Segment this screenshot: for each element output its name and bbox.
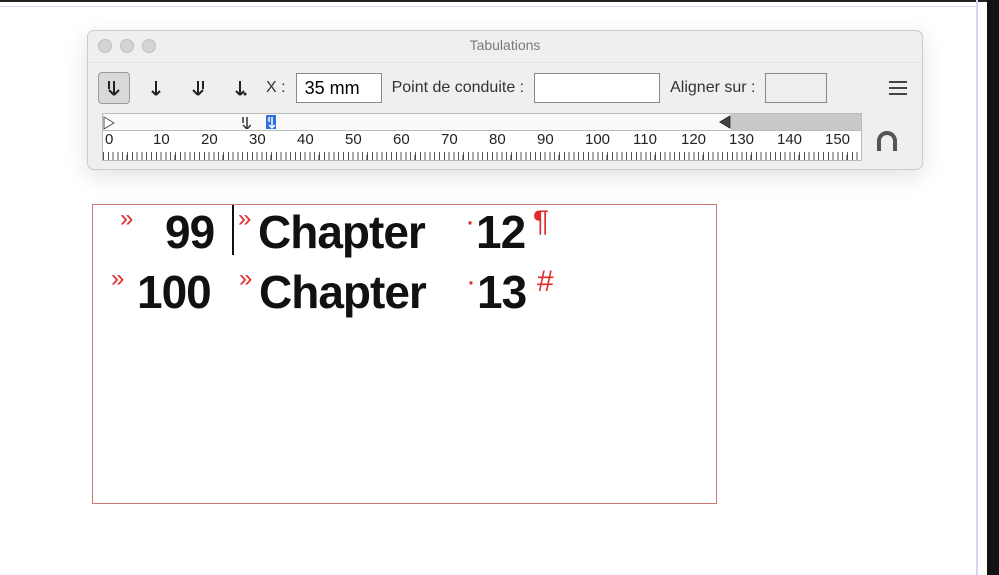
tab-center-icon (149, 79, 163, 97)
menu-icon (889, 81, 907, 83)
hidden-tab-glyph: » (120, 205, 132, 233)
snap-to-frame-button[interactable] (870, 127, 904, 157)
ruler-num: 130 (729, 131, 777, 153)
tab-stop-marker-selected[interactable] (266, 115, 276, 129)
ruler-num: 150 (825, 131, 862, 153)
tab-align-center-button[interactable] (140, 72, 172, 104)
chapter-number: 12 (476, 205, 525, 259)
ruler-numbers: 0 10 20 30 40 50 60 70 80 90 100 110 120… (105, 131, 861, 153)
tabs-toolbar: X : 35 mm Point de conduite : Aligner su… (88, 63, 922, 113)
first-line-indent-icon[interactable] (103, 116, 115, 130)
ruler-overflow (731, 114, 861, 130)
align-on-input[interactable] (765, 73, 827, 103)
tab-align-left-button[interactable] (98, 72, 130, 104)
ruler[interactable]: 0 10 20 30 40 50 60 70 80 90 100 110 120… (102, 113, 908, 161)
panel-menu-button[interactable] (884, 74, 912, 102)
page-number: 100 (137, 265, 211, 319)
text-cursor (232, 205, 234, 255)
page-border-right (977, 0, 999, 575)
panel-titlebar[interactable]: Tabulations (88, 31, 922, 63)
hidden-tab-glyph: » (239, 265, 251, 293)
leader-label: Point de conduite : (392, 79, 525, 97)
tab-stop-marker[interactable] (241, 115, 251, 129)
tab-left-icon (107, 79, 121, 97)
ruler-num: 50 (345, 131, 393, 153)
tab-align-decimal-button[interactable] (224, 72, 256, 104)
tab-decimal-icon (233, 79, 247, 97)
ruler-num: 120 (681, 131, 729, 153)
ruler-track[interactable] (102, 113, 862, 131)
text-line-1[interactable]: » 99 » Chapter · 12 ¶ (93, 205, 718, 265)
ruler-num: 140 (777, 131, 825, 153)
tab-right-icon (191, 79, 205, 97)
ruler-num: 70 (441, 131, 489, 153)
tab-align-right-button[interactable] (182, 72, 214, 104)
leader-input[interactable] (534, 73, 660, 103)
magnet-icon (875, 131, 899, 153)
ruler-num: 30 (249, 131, 297, 153)
page-border-top (0, 0, 999, 2)
ruler-num: 0 (105, 131, 153, 153)
chapter-number: 13 (477, 265, 526, 319)
ruler-num: 110 (633, 131, 681, 153)
ruler-num: 40 (297, 131, 345, 153)
ruler-num: 10 (153, 131, 201, 153)
tabulations-panel[interactable]: Tabulations X : 35 (87, 30, 923, 170)
x-position-value: 35 mm (305, 78, 360, 99)
hidden-tab-glyph: » (238, 205, 250, 233)
panel-title: Tabulations (88, 37, 922, 53)
ruler-num: 60 (393, 131, 441, 153)
page-guide (976, 0, 977, 575)
right-indent-icon[interactable] (717, 115, 731, 129)
page-number: 99 (165, 205, 214, 259)
ruler-num: 80 (489, 131, 537, 153)
page-guide (0, 6, 977, 7)
hidden-pilcrow-glyph: ¶ (533, 205, 548, 239)
ruler-scale[interactable]: 0 10 20 30 40 50 60 70 80 90 100 110 120… (102, 131, 862, 161)
ruler-ticks-major (103, 155, 861, 160)
ruler-num: 20 (201, 131, 249, 153)
ruler-num: 100 (585, 131, 633, 153)
chapter-title: Chapter (259, 265, 426, 319)
hidden-tab-glyph: » (111, 265, 123, 293)
align-on-label: Aligner sur : (670, 79, 755, 97)
hidden-space-glyph: · (466, 265, 475, 299)
hidden-space-glyph: · (465, 205, 474, 239)
x-position-input[interactable]: 35 mm (296, 73, 382, 103)
x-label: X : (266, 79, 286, 97)
ruler-num: 90 (537, 131, 585, 153)
text-line-2[interactable]: » 100 » Chapter · 13 # (93, 265, 718, 325)
text-frame[interactable]: » 99 » Chapter · 12 ¶ » 100 » Chapter · … (92, 204, 717, 504)
hidden-endstory-glyph: # (537, 265, 553, 299)
chapter-title: Chapter (258, 205, 425, 259)
